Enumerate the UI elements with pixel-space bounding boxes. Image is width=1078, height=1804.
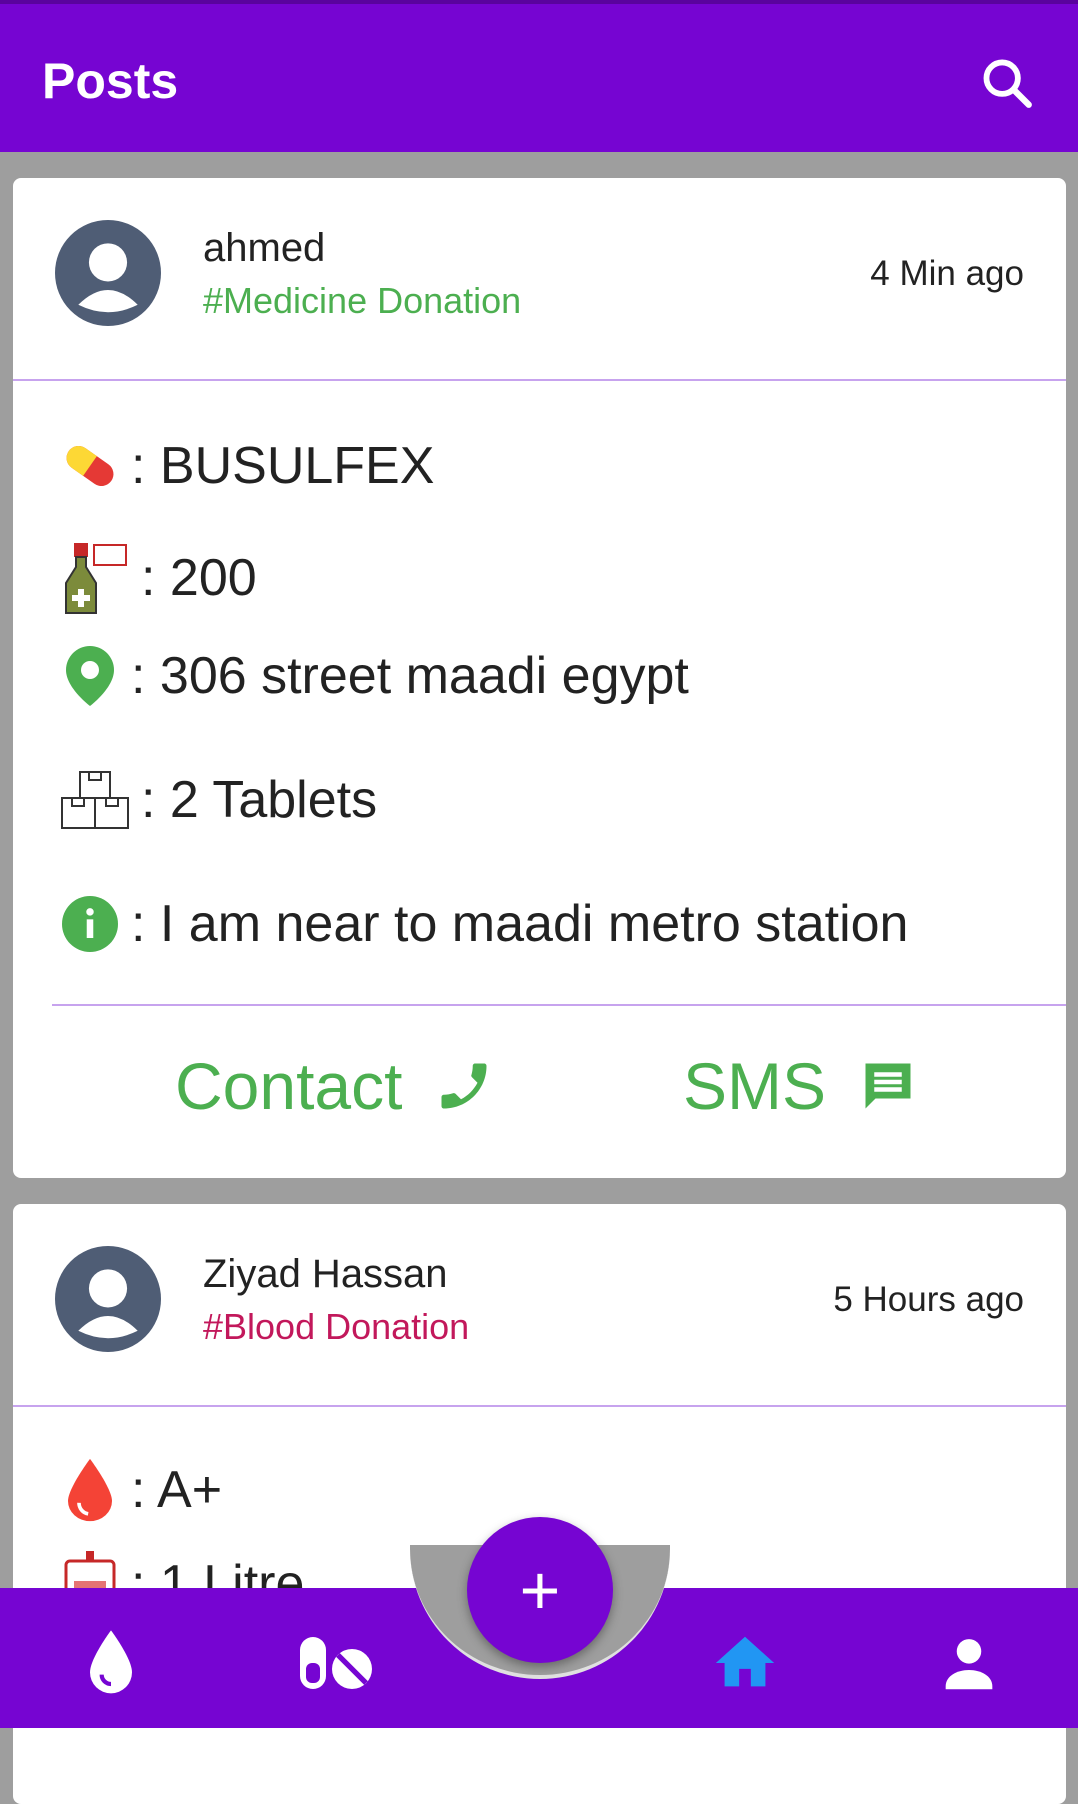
- post-time: 5 Hours ago: [833, 1280, 1024, 1319]
- add-post-fab[interactable]: +: [467, 1517, 613, 1663]
- quantity-row: : 2 Tablets: [55, 760, 377, 840]
- avatar[interactable]: [55, 220, 161, 326]
- price-row: : 200: [55, 538, 257, 618]
- message-icon: [865, 1063, 911, 1109]
- location-text: : 306 street maadi egypt: [131, 647, 689, 705]
- phone-icon: [441, 1063, 487, 1109]
- header-divider: [13, 379, 1066, 381]
- medicine-bottle-icon: [65, 543, 127, 614]
- sms-button[interactable]: SMS: [683, 1048, 918, 1124]
- pills-icon[interactable]: [296, 1628, 376, 1698]
- quantity-text: : 2 Tablets: [141, 771, 378, 829]
- avatar[interactable]: [55, 1246, 161, 1352]
- info-icon: [62, 896, 118, 952]
- location-row: : 306 street maadi egypt: [55, 636, 689, 716]
- person-icon[interactable]: [934, 1628, 1004, 1698]
- boxes-icon: [61, 771, 129, 829]
- medicine-name: : BUSULFEX: [131, 437, 435, 495]
- post-card: ahmed #Medicine Donation 4 Min ago : BUS…: [13, 178, 1066, 1178]
- post-time: 4 Min ago: [870, 254, 1024, 293]
- sms-label: SMS: [683, 1049, 827, 1123]
- pill-icon: [66, 445, 114, 487]
- page-title: Posts: [42, 53, 179, 109]
- post-category-tag: #Medicine Donation: [203, 280, 522, 321]
- search-icon[interactable]: [978, 54, 1036, 112]
- blood-type-row: : A+: [55, 1450, 222, 1530]
- post-author: Ziyad Hassan: [203, 1252, 448, 1296]
- home-icon[interactable]: [710, 1628, 780, 1698]
- add-icon: +: [519, 1551, 561, 1629]
- note-row: : I am near to maadi metro station: [55, 884, 908, 964]
- contact-label: Contact: [175, 1049, 403, 1123]
- post-author: ahmed: [203, 226, 326, 270]
- contact-button[interactable]: Contact: [175, 1048, 494, 1124]
- header-divider: [13, 1405, 1066, 1407]
- post-category-tag: #Blood Donation: [203, 1306, 470, 1347]
- app-bar: Posts: [0, 0, 1078, 152]
- blood-drop-icon[interactable]: [76, 1628, 146, 1698]
- note-text: : I am near to maadi metro station: [131, 895, 909, 953]
- blood-drop-icon: [68, 1458, 112, 1522]
- medicine-row: : BUSULFEX: [55, 426, 434, 506]
- location-pin-icon: [66, 646, 114, 706]
- blood-type-text: : A+: [131, 1461, 223, 1519]
- medicine-price: : 200: [141, 549, 257, 607]
- actions-divider: [52, 1004, 1066, 1006]
